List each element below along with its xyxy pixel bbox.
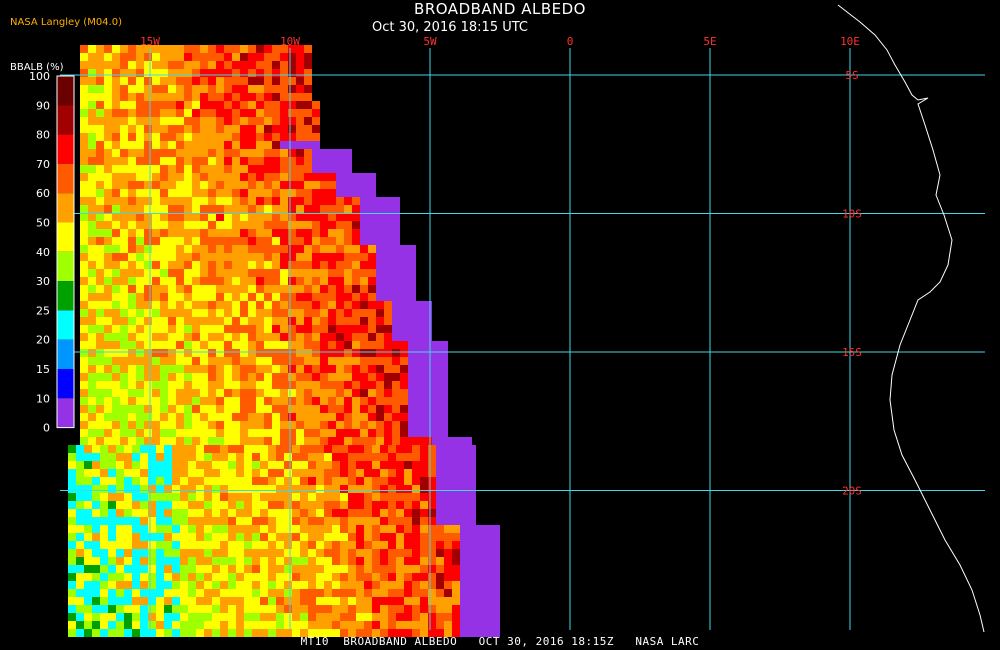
- legend-label-7: 30: [36, 275, 50, 288]
- legend-label-9: 20: [36, 334, 50, 347]
- latitude-label-3: 20S: [842, 485, 862, 498]
- legend-swatch-3: [57, 163, 74, 194]
- legend-label-5: 50: [36, 217, 50, 230]
- legend-label-1: 90: [36, 99, 50, 112]
- latitude-label-1: 10S: [842, 208, 862, 221]
- footer-caption: MT10 BROADBAND ALBEDO OCT 30, 2016 18:15…: [300, 635, 700, 648]
- legend-label-10: 15: [36, 363, 50, 376]
- albedo-map: 15W 10W 5W 0 5E 10E5S10S15S20S 10090807060504…: [29, 4, 985, 637]
- map-title: BROADBAND ALBEDO: [414, 0, 586, 18]
- latitude-label-2: 15S: [842, 346, 862, 359]
- legend-swatch-2: [57, 134, 74, 164]
- longitude-label-3: 0: [567, 35, 574, 48]
- longitude-label-2: 5W: [423, 35, 437, 48]
- legend-label-2: 80: [36, 129, 50, 142]
- legend-label-8: 25: [36, 304, 50, 317]
- legend-swatch-5: [57, 222, 74, 252]
- legend-swatch-1: [57, 105, 74, 135]
- longitude-label-0: 15W: [140, 35, 160, 48]
- legend-label-4: 60: [36, 187, 50, 200]
- albedo-swath: [68, 45, 500, 637]
- legend-colorbar: 10090807060504030252015100: [29, 70, 75, 435]
- legend-label-12: 0: [43, 422, 50, 435]
- longitude-label-1: 10W: [280, 35, 300, 48]
- legend-swatch-6: [57, 251, 74, 282]
- legend-title: BBALB (%): [10, 62, 64, 73]
- legend-label-6: 40: [36, 246, 50, 259]
- longitude-label-5: 10E: [840, 35, 860, 48]
- legend-swatch-0: [57, 76, 74, 106]
- legend-label-11: 10: [36, 392, 50, 405]
- map-timestamp: Oct 30, 2016 18:15 UTC: [372, 20, 528, 35]
- legend-swatch-4: [57, 193, 74, 223]
- latitude-label-0: 5S: [845, 69, 858, 82]
- legend-swatch-8: [57, 310, 74, 340]
- legend-swatch-11: [57, 398, 74, 428]
- legend-label-3: 70: [36, 158, 50, 171]
- coastline: [837, 4, 985, 633]
- legend-swatch-10: [57, 369, 74, 399]
- legend-swatch-9: [57, 339, 74, 369]
- legend-swatch-7: [57, 281, 74, 311]
- longitude-label-4: 5E: [703, 35, 716, 48]
- producer-label: NASA Langley (M04.0): [10, 17, 122, 28]
